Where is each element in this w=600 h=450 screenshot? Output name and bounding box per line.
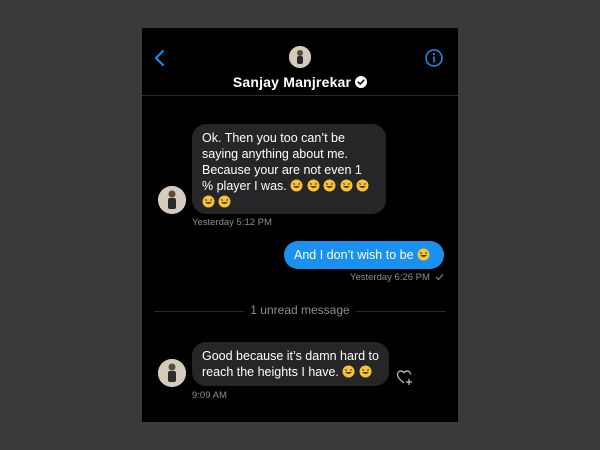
sender-avatar[interactable] [158, 359, 186, 387]
laughing-emoji-icon [202, 195, 215, 208]
laughing-emoji-icon [359, 365, 372, 378]
laughing-emoji-icon [340, 179, 353, 192]
laughing-emoji-icon [290, 179, 303, 192]
laughing-emoji-icon [307, 179, 320, 192]
heart-add-icon [396, 370, 412, 385]
chat-screen: Sanjay Manjrekar Ok. Then you too can’t … [142, 28, 458, 422]
message-text: And I don’t wish to be [294, 248, 414, 262]
laughing-emoji-icon [417, 248, 430, 261]
sender-avatar[interactable] [158, 186, 186, 214]
unread-divider-label: 1 unread message [244, 303, 356, 317]
message-timestamp: Yesterday 6:26 PM [350, 272, 430, 283]
chat-header: Sanjay Manjrekar [142, 28, 458, 96]
chevron-left-icon [155, 50, 164, 66]
contact-name[interactable]: Sanjay Manjrekar [142, 74, 458, 90]
laughing-emoji-icon [323, 179, 336, 192]
contact-name-text: Sanjay Manjrekar [232, 74, 352, 90]
message-bubble-incoming[interactable]: Good because it’s damn hard to reach the… [192, 342, 389, 386]
message-timestamp-row: Yesterday 6:26 PM [350, 272, 444, 283]
message-timestamp: Yesterday 5:12 PM [192, 217, 272, 228]
info-circle-icon [425, 49, 443, 67]
laughing-emoji-icon [356, 179, 369, 192]
unread-divider: 1 unread message [142, 303, 458, 317]
react-heart-button[interactable] [396, 369, 414, 387]
message-timestamp: 9:09 AM [192, 390, 227, 401]
message-bubble-outgoing[interactable]: And I don’t wish to be [284, 241, 444, 269]
message-bubble-incoming[interactable]: Ok. Then you too can’t be saying anythin… [192, 124, 386, 214]
info-button[interactable] [424, 48, 444, 68]
read-check-icon [435, 274, 443, 281]
laughing-emoji-icon [218, 195, 231, 208]
verified-badge-icon [355, 76, 368, 88]
emoji-group [342, 365, 372, 379]
laughing-emoji-icon [342, 365, 355, 378]
contact-avatar[interactable] [289, 46, 311, 68]
back-button[interactable] [150, 46, 170, 70]
